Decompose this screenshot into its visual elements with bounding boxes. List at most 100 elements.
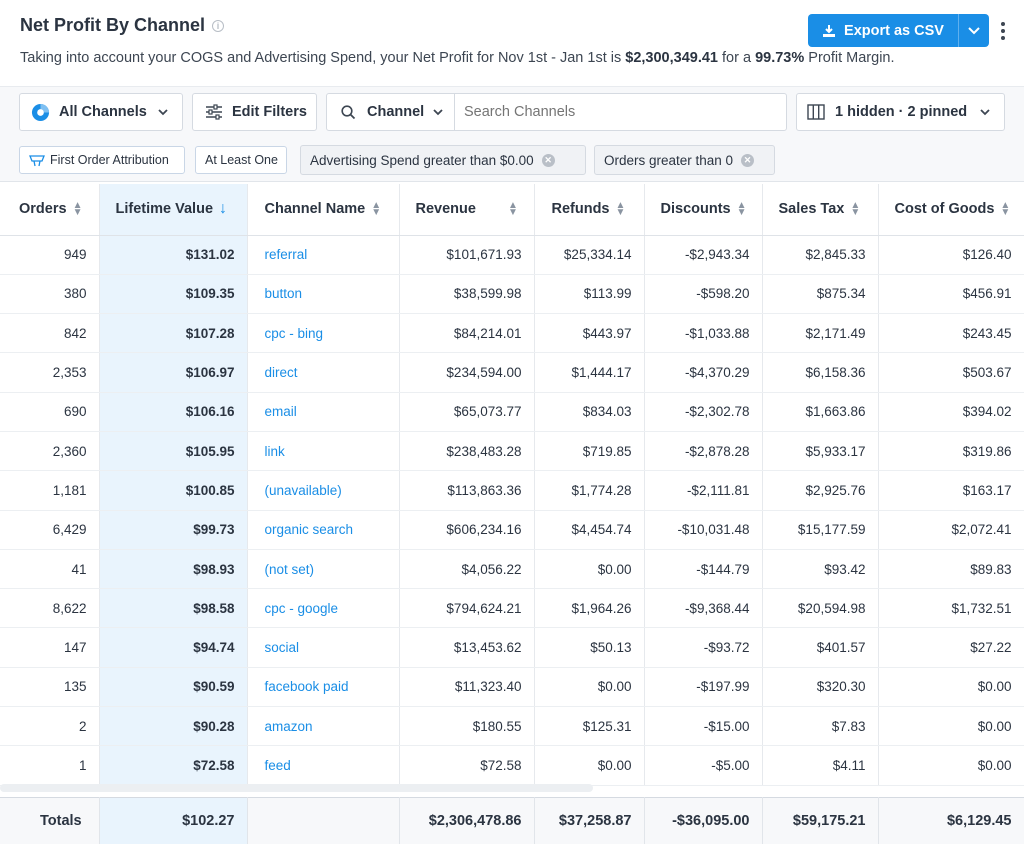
table-row[interactable]: 1,181 $100.85 (unavailable) $113,863.36 $1,7… [0, 470, 1024, 511]
channels-dropdown[interactable]: All Channels [19, 93, 183, 131]
table-row[interactable]: 6,429 $99.73 organic search $606,234.16 $4,4… [0, 510, 1024, 550]
revenue-cell: $13,453.62 [399, 627, 535, 668]
column-header-discounts[interactable]: Discounts ▲ ▼ [644, 184, 763, 236]
lifetime-value-cell: $90.59 [99, 667, 248, 708]
channel-name-link[interactable]: (unavailable) [247, 470, 400, 511]
orders-cell: 41 [0, 549, 100, 590]
table-row[interactable]: 2,360 $105.95 link $238,483.28 $719.85 -$2,87… [0, 431, 1024, 472]
columns-dropdown-label: 1 hidden · 2 pinned [835, 104, 968, 120]
table-row[interactable]: 380 $109.35 button $38,599.98 $113.99 -$598.2… [0, 274, 1024, 315]
revenue-cell: $84,214.01 [399, 313, 535, 354]
discounts-cell: -$598.20 [644, 274, 763, 315]
table-row[interactable]: 8,622 $98.58 cpc - google $794,624.21 $1,964… [0, 588, 1024, 629]
lifetime-value-cell: $105.95 [99, 431, 248, 472]
table-row[interactable]: 147 $94.74 social $13,453.62 $50.13 -$93.72 $4… [0, 627, 1024, 668]
net-profit-value: $2,300,349.41 [625, 50, 718, 66]
channel-name-link[interactable]: organic search [247, 510, 400, 550]
table-row[interactable]: 1 $72.58 feed $72.58 $0.00 -$5.00 $4.11 $0.00 [0, 745, 1024, 786]
discounts-cell: -$93.72 [644, 627, 763, 668]
export-button-group: Export as CSV [808, 14, 989, 47]
sliders-icon [206, 104, 222, 120]
column-header-label: Sales Tax [778, 201, 845, 218]
filter-chip-orders[interactable]: Orders greater than 0 ✕ [594, 145, 775, 175]
search-channels-input[interactable] [455, 95, 780, 129]
table-row[interactable]: 842 $107.28 cpc - bing $84,214.01 $443.97 -$1… [0, 313, 1024, 354]
table-row[interactable]: 2 $90.28 amazon $180.55 $125.31 -$15.00 $7.83 $… [0, 706, 1024, 747]
cost-of-goods-cell: $456.91 [878, 274, 1024, 315]
filter-chip-ad-spend[interactable]: Advertising Spend greater than $0.00 ✕ [300, 145, 586, 175]
orders-cell: 1,181 [0, 470, 100, 511]
horizontal-scrollbar[interactable] [0, 784, 593, 792]
column-header-label: Revenue [415, 201, 476, 218]
column-header-label: Refunds [551, 201, 610, 218]
channel-name-link[interactable]: (not set) [247, 549, 400, 590]
column-header-orders[interactable]: Orders ▲ ▼ [0, 184, 100, 236]
discounts-cell: -$1,033.88 [644, 313, 763, 354]
export-csv-button[interactable]: Export as CSV [808, 14, 958, 47]
chevron-down-icon [980, 108, 990, 115]
column-header-cost-of-goods[interactable]: Cost of Goods ▲ ▼ [878, 184, 1024, 236]
sales-tax-cell: $2,845.33 [762, 235, 879, 275]
download-icon [823, 24, 836, 37]
refunds-cell: $719.85 [534, 431, 645, 472]
channel-name-link[interactable]: feed [247, 745, 400, 786]
remove-filter-icon[interactable]: ✕ [741, 153, 755, 167]
column-header-revenue[interactable]: Revenue ▲ ▼ [399, 184, 535, 236]
channel-name-link[interactable]: direct [247, 352, 400, 393]
revenue-cell: $4,056.22 [399, 549, 535, 590]
revenue-cell: $234,594.00 [399, 352, 535, 393]
discounts-cell: -$2,302.78 [644, 392, 763, 432]
column-header-label: Cost of Goods [894, 201, 995, 218]
refunds-cell: $25,334.14 [534, 235, 645, 275]
column-header-refunds[interactable]: Refunds ▲ ▼ [534, 184, 645, 236]
channel-name-link[interactable]: facebook paid [247, 667, 400, 708]
revenue-cell: $113,863.36 [399, 470, 535, 511]
refunds-cell: $834.03 [534, 392, 645, 432]
more-options-icon[interactable] [997, 18, 1009, 44]
table-row[interactable]: 135 $90.59 facebook paid $11,323.40 $0.00 -$1… [0, 667, 1024, 708]
orders-cell: 2 [0, 706, 100, 747]
sales-tax-cell: $4.11 [762, 745, 879, 786]
cost-of-goods-cell: $163.17 [878, 470, 1024, 511]
channel-search-group: Channel [326, 93, 787, 131]
sales-tax-cell: $2,925.76 [762, 470, 879, 511]
page-title-text: Net Profit By Channel [20, 15, 206, 35]
channel-name-link[interactable]: cpc - google [247, 588, 400, 629]
totals-revenue: $2,306,478.86 [399, 797, 535, 844]
filter-chip-attribution[interactable]: First Order Attribution [19, 146, 185, 174]
chevron-down-icon [433, 108, 443, 115]
column-header-sales-tax[interactable]: Sales Tax ▲ ▼ [762, 184, 879, 236]
export-options-button[interactable] [958, 14, 989, 47]
table-row[interactable]: 949 $131.02 referral $101,671.93 $25,334.14-… [0, 235, 1024, 275]
channel-name-link[interactable]: cpc - bing [247, 313, 400, 354]
sort-icon: ▲ ▼ [507, 200, 518, 219]
channel-name-link[interactable]: referral [247, 235, 400, 275]
channel-name-link[interactable]: social [247, 627, 400, 668]
cost-of-goods-cell: $0.00 [878, 706, 1024, 747]
edit-filters-button[interactable]: Edit Filters [192, 93, 317, 131]
channel-name-link[interactable]: email [247, 392, 400, 432]
orders-cell: 2,360 [0, 431, 100, 472]
discounts-cell: -$9,368.44 [644, 588, 763, 629]
sort-descending-icon: ↓ [219, 200, 228, 218]
channel-name-link[interactable]: amazon [247, 706, 400, 747]
columns-dropdown[interactable]: 1 hidden · 2 pinned [796, 93, 1005, 131]
table-row[interactable]: 41 $98.93 (not set) $4,056.22 $0.00 -$144.79 $… [0, 549, 1024, 590]
info-icon[interactable]: i [212, 19, 225, 32]
column-header-channel-name[interactable]: Channel Name ▲ ▼ [247, 184, 400, 236]
refunds-cell: $125.31 [534, 706, 645, 747]
table-row[interactable]: 690 $106.16 email $65,073.77 $834.03 -$2,302.… [0, 392, 1024, 432]
column-header-lifetime-value[interactable]: Lifetime Value ↓ [99, 184, 248, 236]
column-header-label: Discounts [660, 201, 731, 218]
table-row[interactable]: 2,353 $106.97 direct $234,594.00 $1,444.17 -$… [0, 352, 1024, 393]
channel-name-link[interactable]: link [247, 431, 400, 472]
search-field-dropdown[interactable]: Channel [327, 94, 455, 130]
remove-filter-icon[interactable]: ✕ [541, 153, 555, 167]
sales-tax-cell: $20,594.98 [762, 588, 879, 629]
filter-chip-at-least-one[interactable]: At Least One [195, 146, 287, 174]
discounts-cell: -$2,878.28 [644, 431, 763, 472]
channel-name-link[interactable]: button [247, 274, 400, 315]
sales-tax-cell: $320.30 [762, 667, 879, 708]
orders-cell: 147 [0, 627, 100, 668]
discounts-cell: -$10,031.48 [644, 510, 763, 550]
